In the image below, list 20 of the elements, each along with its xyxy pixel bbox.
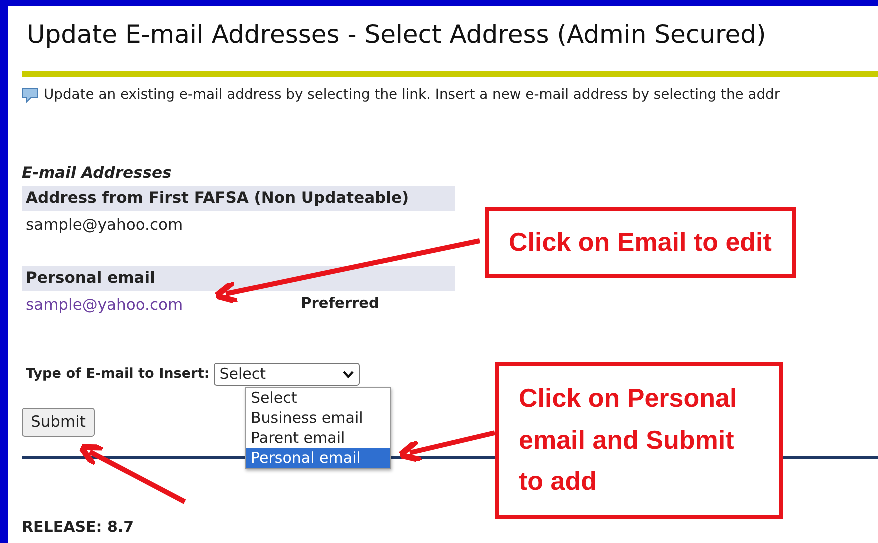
- group-heading: Address from First FAFSA (Non Updateable): [22, 186, 455, 212]
- info-text: Update an existing e-mail address by selecting the link. Insert a new e-mail address by selecting the addr: [44, 86, 780, 105]
- comment-icon: [22, 88, 39, 103]
- submit-button[interactable]: Submit: [22, 408, 95, 438]
- group-heading: Personal email: [22, 266, 455, 291]
- type-select[interactable]: Select: [214, 363, 360, 386]
- dropdown-option[interactable]: Parent email: [246, 428, 390, 448]
- email-text: sample@yahoo.com: [26, 215, 184, 236]
- release-text: RELEASE: 8.7: [22, 517, 136, 538]
- callout: Click on Personal email and Submit to add: [495, 362, 783, 519]
- callout: Click on Email to edit: [485, 207, 796, 278]
- preferred-label: Preferred: [301, 294, 380, 314]
- dropdown-option[interactable]: Personal email: [246, 448, 390, 468]
- dropdown-option[interactable]: Business email: [246, 408, 390, 428]
- page-title: Update E-mail Addresses - Select Address (Admin Secured): [27, 20, 768, 50]
- email-link[interactable]: sample@yahoo.com: [26, 294, 184, 318]
- chevron-icon: [342, 370, 354, 379]
- dropdown-option[interactable]: Select: [246, 388, 390, 408]
- insert-type-label: Type of E-mail to Insert:: [25, 365, 210, 384]
- section-heading: E-mail Addresses: [22, 162, 173, 184]
